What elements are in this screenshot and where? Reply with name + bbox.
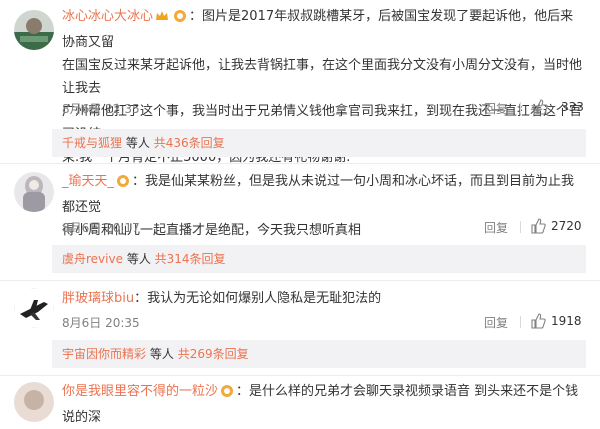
reply-thread-summary[interactable]: 虞舟revive 等人 共314条回复 [52, 245, 586, 273]
comment-line: 我认为无论如何爆别人隐私是无耻犯法的 [147, 291, 382, 306]
separator-line [0, 375, 600, 376]
avatar[interactable] [14, 288, 54, 328]
like-count: 2720 [551, 219, 582, 233]
thumb-up-icon[interactable] [530, 313, 546, 333]
username[interactable]: _瑜天天_ [62, 174, 114, 189]
crown-icon [155, 8, 169, 31]
thread-count[interactable]: 共436条回复 [154, 136, 225, 150]
avatar[interactable] [14, 172, 54, 212]
like-count: 1918 [551, 314, 582, 328]
avatar[interactable] [14, 10, 54, 50]
timestamp: 8月6日 20:35 [62, 316, 140, 330]
thread-user[interactable]: 宇宙因你而精彩 [62, 347, 146, 361]
reply-thread-summary[interactable]: 千戒与狐狸 等人 共436条回复 [52, 129, 586, 157]
separator-line [0, 280, 600, 281]
avatar[interactable] [14, 382, 54, 422]
timestamp: 8月6日 20:17 [62, 221, 140, 235]
thread-count[interactable]: 共269条回复 [178, 347, 249, 361]
reply-button[interactable]: 回复 [484, 219, 508, 236]
timestamp: 8月6日 22:35 [62, 102, 140, 116]
separator: ： [134, 291, 148, 306]
reply-thread-summary[interactable]: 宇宙因你而精彩 等人 共269条回复 [52, 340, 586, 368]
reply-button[interactable]: 回复 [484, 314, 508, 331]
comment-text: 胖玻璃球biu：我认为无论如何爆别人隐私是无耻犯法的 [62, 287, 586, 310]
thread-user[interactable]: 千戒与狐狸 [62, 136, 122, 150]
separator: ： [236, 384, 250, 399]
thread-user[interactable]: 虞舟revive [62, 252, 123, 266]
thread-mid: 等人 [126, 252, 151, 266]
username[interactable]: 冰心冰心大冰心 [62, 9, 153, 24]
badge-icon [116, 173, 130, 196]
reply-button[interactable]: 回复 [484, 100, 508, 117]
divider [520, 102, 521, 114]
username[interactable]: 你是我眼里容不得的一粒沙 [62, 384, 218, 399]
separator: ： [132, 174, 146, 189]
thumb-up-icon[interactable] [532, 99, 548, 119]
username[interactable]: 胖玻璃球biu [62, 291, 134, 306]
divider [520, 221, 521, 233]
separator: ： [189, 9, 203, 24]
comment-text: 你是我眼里容不得的一粒沙 ：是什么样的兄弟才会聊天录视频录语音 到头来还不是个钱说… [62, 380, 586, 429]
separator-line [0, 163, 600, 164]
thread-mid: 等人 [125, 136, 150, 150]
thread-count[interactable]: 共314条回复 [155, 252, 226, 266]
comment-line: 在国宝反过来某牙起诉他，让我去背锅扛事，在这个里面我分文没有小周分文没有，当时他… [62, 58, 583, 96]
badge-icon [173, 8, 187, 31]
like-count: 333 [561, 100, 584, 114]
thread-mid: 等人 [149, 347, 174, 361]
divider [520, 316, 521, 328]
thumb-up-icon[interactable] [530, 218, 546, 238]
badge-icon [220, 383, 234, 406]
